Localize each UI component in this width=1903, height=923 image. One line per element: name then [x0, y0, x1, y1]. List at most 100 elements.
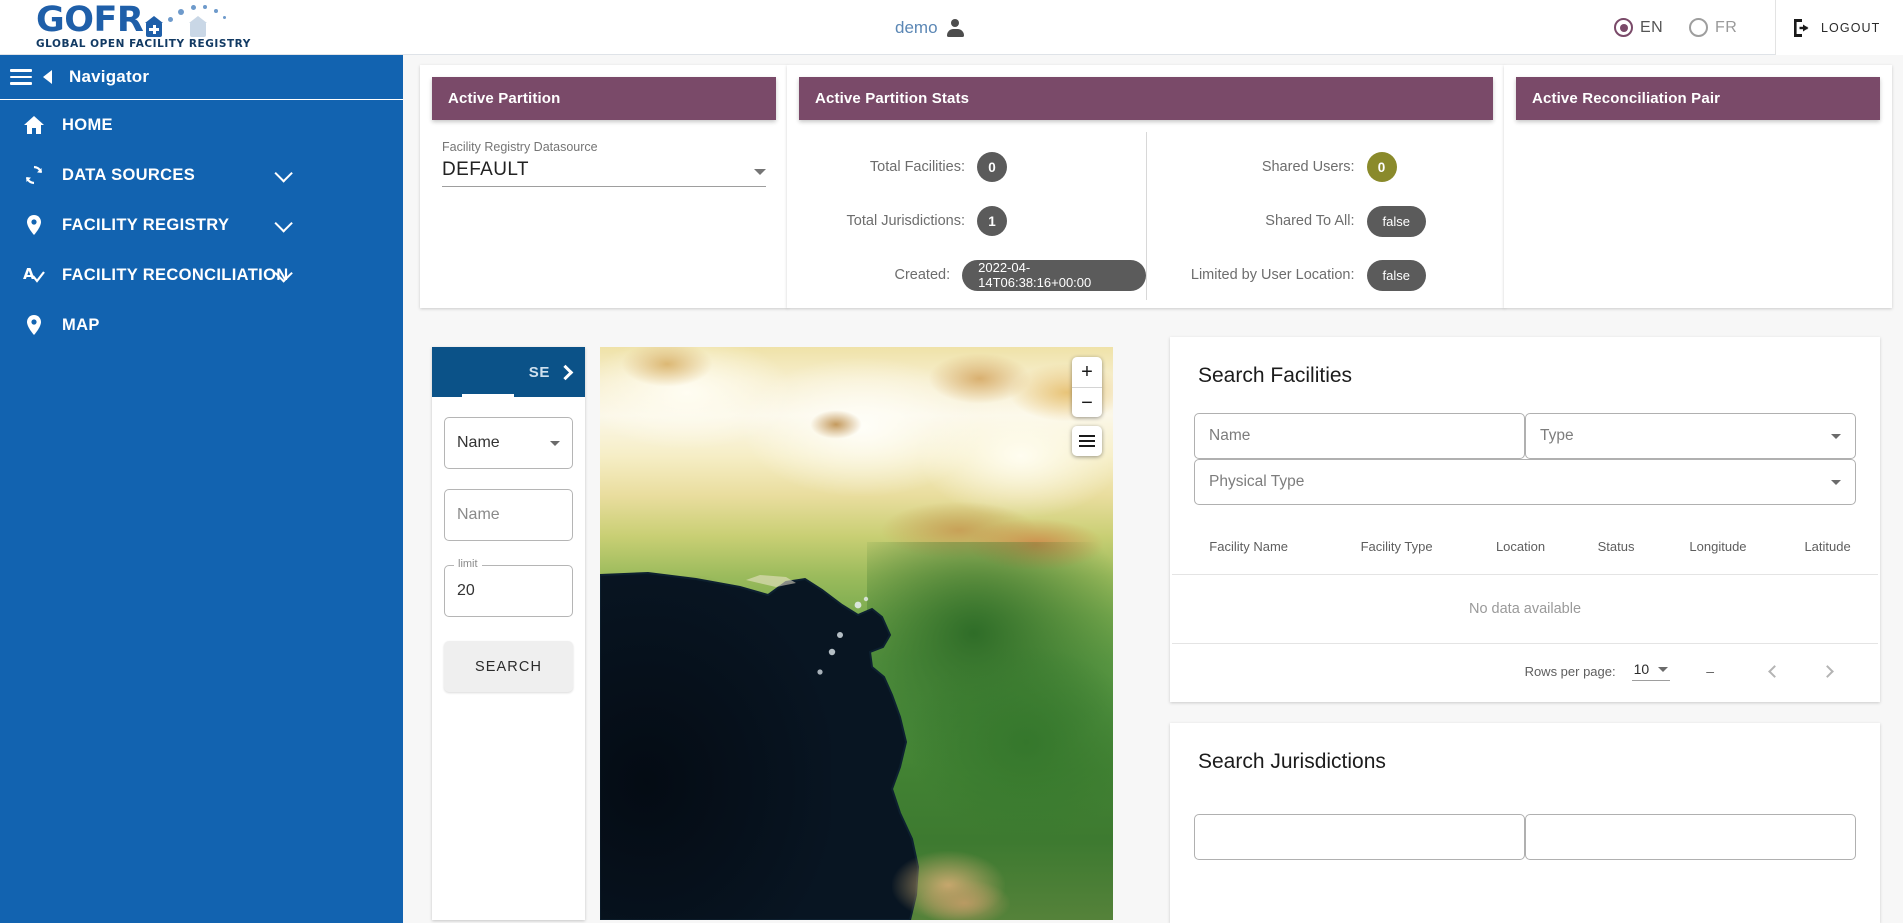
main-content: Active Partition Facility Registry Datas… — [403, 55, 1903, 923]
map-search-button[interactable]: SEARCH — [444, 641, 573, 692]
facilities-filters-row-2: Physical Type — [1194, 459, 1856, 505]
home-icon — [22, 113, 62, 137]
hamburger-icon[interactable] — [10, 69, 32, 85]
map-search-tab[interactable]: SE — [432, 347, 585, 397]
stat-label: Limited by User Location: — [1190, 267, 1355, 283]
sidebar-item-facility-registry[interactable]: FACILITY REGISTRY — [0, 200, 403, 250]
rows-per-page-select[interactable]: 10 — [1631, 661, 1671, 681]
active-partition-title: Active Partition — [432, 77, 776, 120]
stat-value-badge: 0 — [977, 152, 1007, 182]
facility-physical-type-placeholder: Physical Type — [1209, 473, 1305, 490]
map-search-limit-value: 20 — [457, 582, 475, 599]
navigator-title: Navigator — [69, 67, 150, 86]
page-range-label: – — [1706, 663, 1714, 679]
match-check-icon: A — [22, 263, 62, 287]
sidebar-label-facility-reconciliation: FACILITY RECONCILIATION — [62, 265, 289, 284]
map-search-type-value: Name — [457, 434, 500, 451]
chevron-right-icon[interactable] — [1821, 664, 1834, 678]
column-header-facility-type[interactable]: Facility Type — [1325, 527, 1468, 575]
chevron-down-icon[interactable] — [274, 163, 293, 183]
language-option-fr[interactable]: FR — [1689, 18, 1737, 37]
datasource-value: DEFAULT — [442, 159, 529, 180]
map-and-search-row: SE Name Name limit 20 SEARCH + − Search … — [420, 320, 1892, 923]
map-controls: + − — [1072, 357, 1102, 456]
logo-dots-icon — [164, 4, 236, 30]
jurisdiction-type-select[interactable] — [1525, 814, 1856, 860]
datasource-select[interactable]: DEFAULT — [442, 159, 766, 187]
radio-unselected-icon — [1689, 18, 1709, 37]
map-search-name-input[interactable]: Name — [444, 489, 573, 541]
language-option-en[interactable]: EN — [1614, 18, 1663, 37]
chevron-left-icon[interactable] — [1768, 664, 1781, 678]
svg-text:A: A — [23, 265, 35, 283]
logout-button[interactable]: LOGOUT — [1775, 0, 1903, 55]
map-viewport[interactable]: + − — [600, 347, 1113, 920]
language-selector[interactable]: EN FR — [1614, 0, 1737, 55]
app-logo[interactable]: GOFR GLOBAL OPEN FACILITY REGISTRY — [36, 2, 251, 52]
user-menu[interactable]: demo — [895, 0, 964, 55]
chevron-down-icon[interactable] — [550, 440, 560, 446]
column-header-longitude[interactable]: Longitude — [1658, 527, 1778, 575]
column-header-status[interactable]: Status — [1573, 527, 1659, 575]
sidebar-item-map[interactable]: MAP — [0, 300, 403, 350]
navigator-header: Navigator — [0, 55, 403, 100]
map-layers-button[interactable] — [1072, 426, 1102, 456]
facility-name-placeholder: Name — [1209, 427, 1251, 444]
caret-left-icon[interactable] — [43, 70, 52, 84]
facilities-table: Facility Name Facility Type Location Sta… — [1172, 527, 1878, 644]
column-header-facility-name[interactable]: Facility Name — [1172, 527, 1326, 575]
stat-label: Total Jurisdictions: — [846, 213, 965, 229]
chevron-down-icon[interactable] — [274, 213, 293, 233]
sidebar-label-data-sources: DATA SOURCES — [62, 165, 196, 184]
column-header-location[interactable]: Location — [1467, 527, 1574, 575]
radio-selected-icon — [1614, 18, 1633, 37]
active-reconciliation-pair-card: Active Reconciliation Pair — [1504, 65, 1892, 308]
facility-type-placeholder: Type — [1540, 427, 1574, 444]
logo-tagline: GLOBAL OPEN FACILITY REGISTRY — [36, 38, 251, 51]
datasource-field[interactable]: Facility Registry Datasource DEFAULT — [420, 120, 788, 187]
chevron-right-icon[interactable] — [557, 364, 574, 380]
sidebar-item-facility-reconciliation[interactable]: A FACILITY RECONCILIATION — [0, 250, 403, 300]
satellite-basemap — [600, 347, 1113, 920]
map-search-limit-input[interactable]: 20 — [444, 565, 573, 617]
search-facilities-panel: Search Facilities Name Type Physical Typ… — [1170, 337, 1880, 702]
logout-label: LOGOUT — [1821, 20, 1881, 35]
facility-physical-type-select[interactable]: Physical Type — [1194, 459, 1856, 505]
search-jurisdictions-panel: Search Jurisdictions — [1170, 723, 1880, 923]
sidebar-label-home: HOME — [62, 115, 113, 134]
stat-label: Shared To All: — [1265, 213, 1355, 229]
chevron-down-icon[interactable] — [754, 169, 766, 175]
facility-name-input[interactable]: Name — [1194, 413, 1525, 459]
zoom-in-button[interactable]: + — [1072, 357, 1102, 387]
map-search-type-select[interactable]: Name — [444, 417, 573, 469]
jurisdiction-name-input[interactable] — [1194, 814, 1525, 860]
app-header: GOFR GLOBAL OPEN FACILITY REGISTRY demo — [0, 0, 1903, 55]
chevron-down-icon[interactable] — [1658, 666, 1669, 672]
user-name-label: demo — [895, 17, 938, 37]
sidebar-item-data-sources[interactable]: DATA SOURCES — [0, 150, 403, 200]
stat-total-facilities: Total Facilities: 0 — [787, 140, 1146, 194]
summary-cards-row: Active Partition Facility Registry Datas… — [420, 65, 1892, 308]
facilities-empty-row: No data available — [1172, 574, 1878, 644]
stat-shared-users: Shared Users: 0 — [1147, 140, 1506, 194]
stat-value-badge: 2022-04-14T06:38:16+00:00 — [962, 259, 1146, 291]
datasource-label: Facility Registry Datasource — [442, 140, 598, 154]
map-pin-icon — [22, 313, 62, 337]
logout-icon — [1794, 18, 1809, 37]
active-partition-stats-title: Active Partition Stats — [799, 77, 1493, 120]
stat-value-badge: false — [1366, 259, 1426, 291]
map-search-tab-label: SE — [528, 363, 550, 381]
facility-type-select[interactable]: Type — [1525, 413, 1856, 459]
map-pin-icon — [22, 213, 62, 237]
facilities-empty-text: No data available — [1172, 574, 1878, 644]
rows-per-page-value: 10 — [1633, 661, 1650, 677]
stats-column-left: Total Facilities: 0 Total Jurisdictions:… — [787, 132, 1146, 300]
map-search-button-label: SEARCH — [474, 658, 543, 675]
stat-value-badge: 0 — [1366, 152, 1397, 182]
stat-label: Total Facilities: — [869, 159, 965, 175]
chevron-down-icon[interactable] — [1831, 479, 1841, 485]
sidebar-item-home[interactable]: HOME — [0, 100, 403, 150]
column-header-latitude[interactable]: Latitude — [1777, 527, 1878, 575]
chevron-down-icon[interactable] — [1831, 433, 1841, 439]
zoom-out-button[interactable]: − — [1072, 387, 1102, 417]
